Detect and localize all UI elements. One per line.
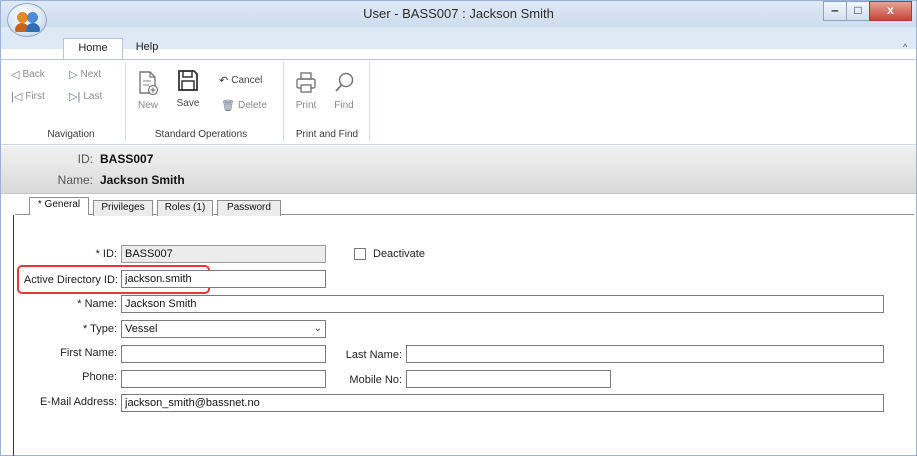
tab-roles[interactable]: Roles (1) bbox=[157, 200, 213, 216]
last-button[interactable]: ▷| Last bbox=[69, 90, 102, 103]
type-dropdown[interactable]: Vessel ⌄ bbox=[121, 320, 326, 338]
save-label: Save bbox=[176, 98, 200, 109]
mobile-no-label: Mobile No: bbox=[349, 374, 402, 386]
next-label: Next bbox=[80, 69, 102, 80]
group-separator bbox=[283, 62, 284, 142]
standard-operations-group-label: Standard Operations bbox=[154, 129, 248, 140]
email-field[interactable] bbox=[121, 394, 884, 412]
app-menu-orb-icon[interactable] bbox=[7, 3, 47, 37]
name-label: * Name: bbox=[77, 298, 117, 310]
type-dropdown-value: Vessel bbox=[125, 323, 158, 335]
tab-password[interactable]: Password bbox=[217, 200, 281, 216]
minimize-button[interactable]: ‒ bbox=[823, 1, 847, 21]
find-label: Find bbox=[334, 100, 354, 111]
find-button[interactable]: Find bbox=[327, 70, 361, 111]
last-name-label: Last Name: bbox=[345, 349, 402, 361]
first-arrow-icon: |◁ bbox=[11, 91, 23, 103]
ribbon-collapse-icon[interactable]: ^ bbox=[903, 42, 907, 52]
header-id-value: BASS007 bbox=[100, 152, 154, 166]
deactivate-label: Deactivate bbox=[373, 248, 425, 260]
last-label: Last bbox=[83, 91, 103, 102]
delete-label: Delete bbox=[237, 100, 267, 111]
header-id-label: ID: bbox=[77, 152, 93, 166]
user-window: User - BASS007 : Jackson Smith ‒ □ x Hom… bbox=[0, 0, 917, 456]
group-separator bbox=[125, 62, 126, 142]
id-label: * ID: bbox=[95, 248, 117, 260]
tab-privileges[interactable]: Privileges bbox=[93, 200, 153, 216]
phone-field[interactable] bbox=[121, 370, 326, 388]
email-label: E-Mail Address: bbox=[39, 396, 117, 408]
print-find-group-label: Print and Find bbox=[295, 129, 359, 140]
panel-left-edge bbox=[13, 215, 14, 456]
new-label: New bbox=[137, 100, 158, 111]
ribbon-tab-home[interactable]: Home bbox=[63, 38, 123, 60]
maximize-button[interactable]: □ bbox=[846, 1, 870, 21]
navigation-group-label: Navigation bbox=[47, 129, 95, 140]
close-button[interactable]: x bbox=[869, 1, 912, 21]
cancel-button[interactable]: ↶ Cancel bbox=[219, 74, 262, 87]
back-label: Back bbox=[22, 69, 45, 80]
type-label: * Type: bbox=[82, 323, 117, 335]
save-disk-icon bbox=[178, 70, 198, 91]
id-field[interactable] bbox=[121, 245, 326, 263]
next-arrow-icon: ▷ bbox=[69, 69, 78, 81]
record-header: ID: BASS007 Name: Jackson Smith bbox=[1, 146, 916, 194]
undo-arrow-icon: ↶ bbox=[219, 75, 229, 87]
mobile-no-field[interactable] bbox=[406, 370, 611, 388]
next-button[interactable]: ▷ Next bbox=[69, 68, 101, 81]
print-button[interactable]: Print bbox=[289, 70, 323, 111]
group-separator bbox=[369, 62, 370, 142]
first-name-label: First Name: bbox=[60, 347, 117, 359]
title-bar: User - BASS007 : Jackson Smith ‒ □ x bbox=[1, 1, 916, 27]
back-arrow-icon: ◁ bbox=[11, 69, 20, 81]
active-directory-id-label: Active Directory ID: bbox=[23, 274, 118, 286]
tab-general[interactable]: * General bbox=[29, 197, 89, 215]
first-button[interactable]: |◁ First bbox=[11, 90, 45, 103]
back-button[interactable]: ◁ Back bbox=[11, 68, 45, 81]
new-document-icon bbox=[139, 71, 159, 96]
active-directory-id-field[interactable] bbox=[121, 270, 326, 288]
phone-label: Phone: bbox=[82, 371, 117, 383]
header-name-value: Jackson Smith bbox=[100, 173, 185, 187]
delete-button[interactable]: 🗑 Delete bbox=[221, 99, 267, 112]
name-field[interactable] bbox=[121, 295, 884, 313]
first-label: First bbox=[25, 91, 45, 102]
trash-icon: 🗑 bbox=[221, 100, 235, 112]
print-label: Print bbox=[295, 100, 317, 111]
save-button[interactable]: Save bbox=[171, 68, 205, 109]
ribbon-tab-help[interactable]: Help bbox=[129, 38, 165, 59]
new-button[interactable]: New bbox=[131, 70, 165, 111]
window-title: User - BASS007 : Jackson Smith bbox=[363, 6, 554, 21]
chevron-down-icon: ⌄ bbox=[313, 323, 322, 334]
cancel-label: Cancel bbox=[231, 75, 263, 86]
header-name-label: Name: bbox=[57, 173, 93, 187]
first-name-field[interactable] bbox=[121, 345, 326, 363]
magnifier-icon bbox=[335, 72, 354, 92]
ribbon-panel: ◁ Back ▷ Next |◁ First ▷| Last Navigatio… bbox=[1, 59, 916, 145]
deactivate-checkbox[interactable] bbox=[354, 248, 366, 260]
last-arrow-icon: ▷| bbox=[69, 91, 81, 103]
last-name-field[interactable] bbox=[406, 345, 884, 363]
printer-icon bbox=[296, 72, 316, 93]
